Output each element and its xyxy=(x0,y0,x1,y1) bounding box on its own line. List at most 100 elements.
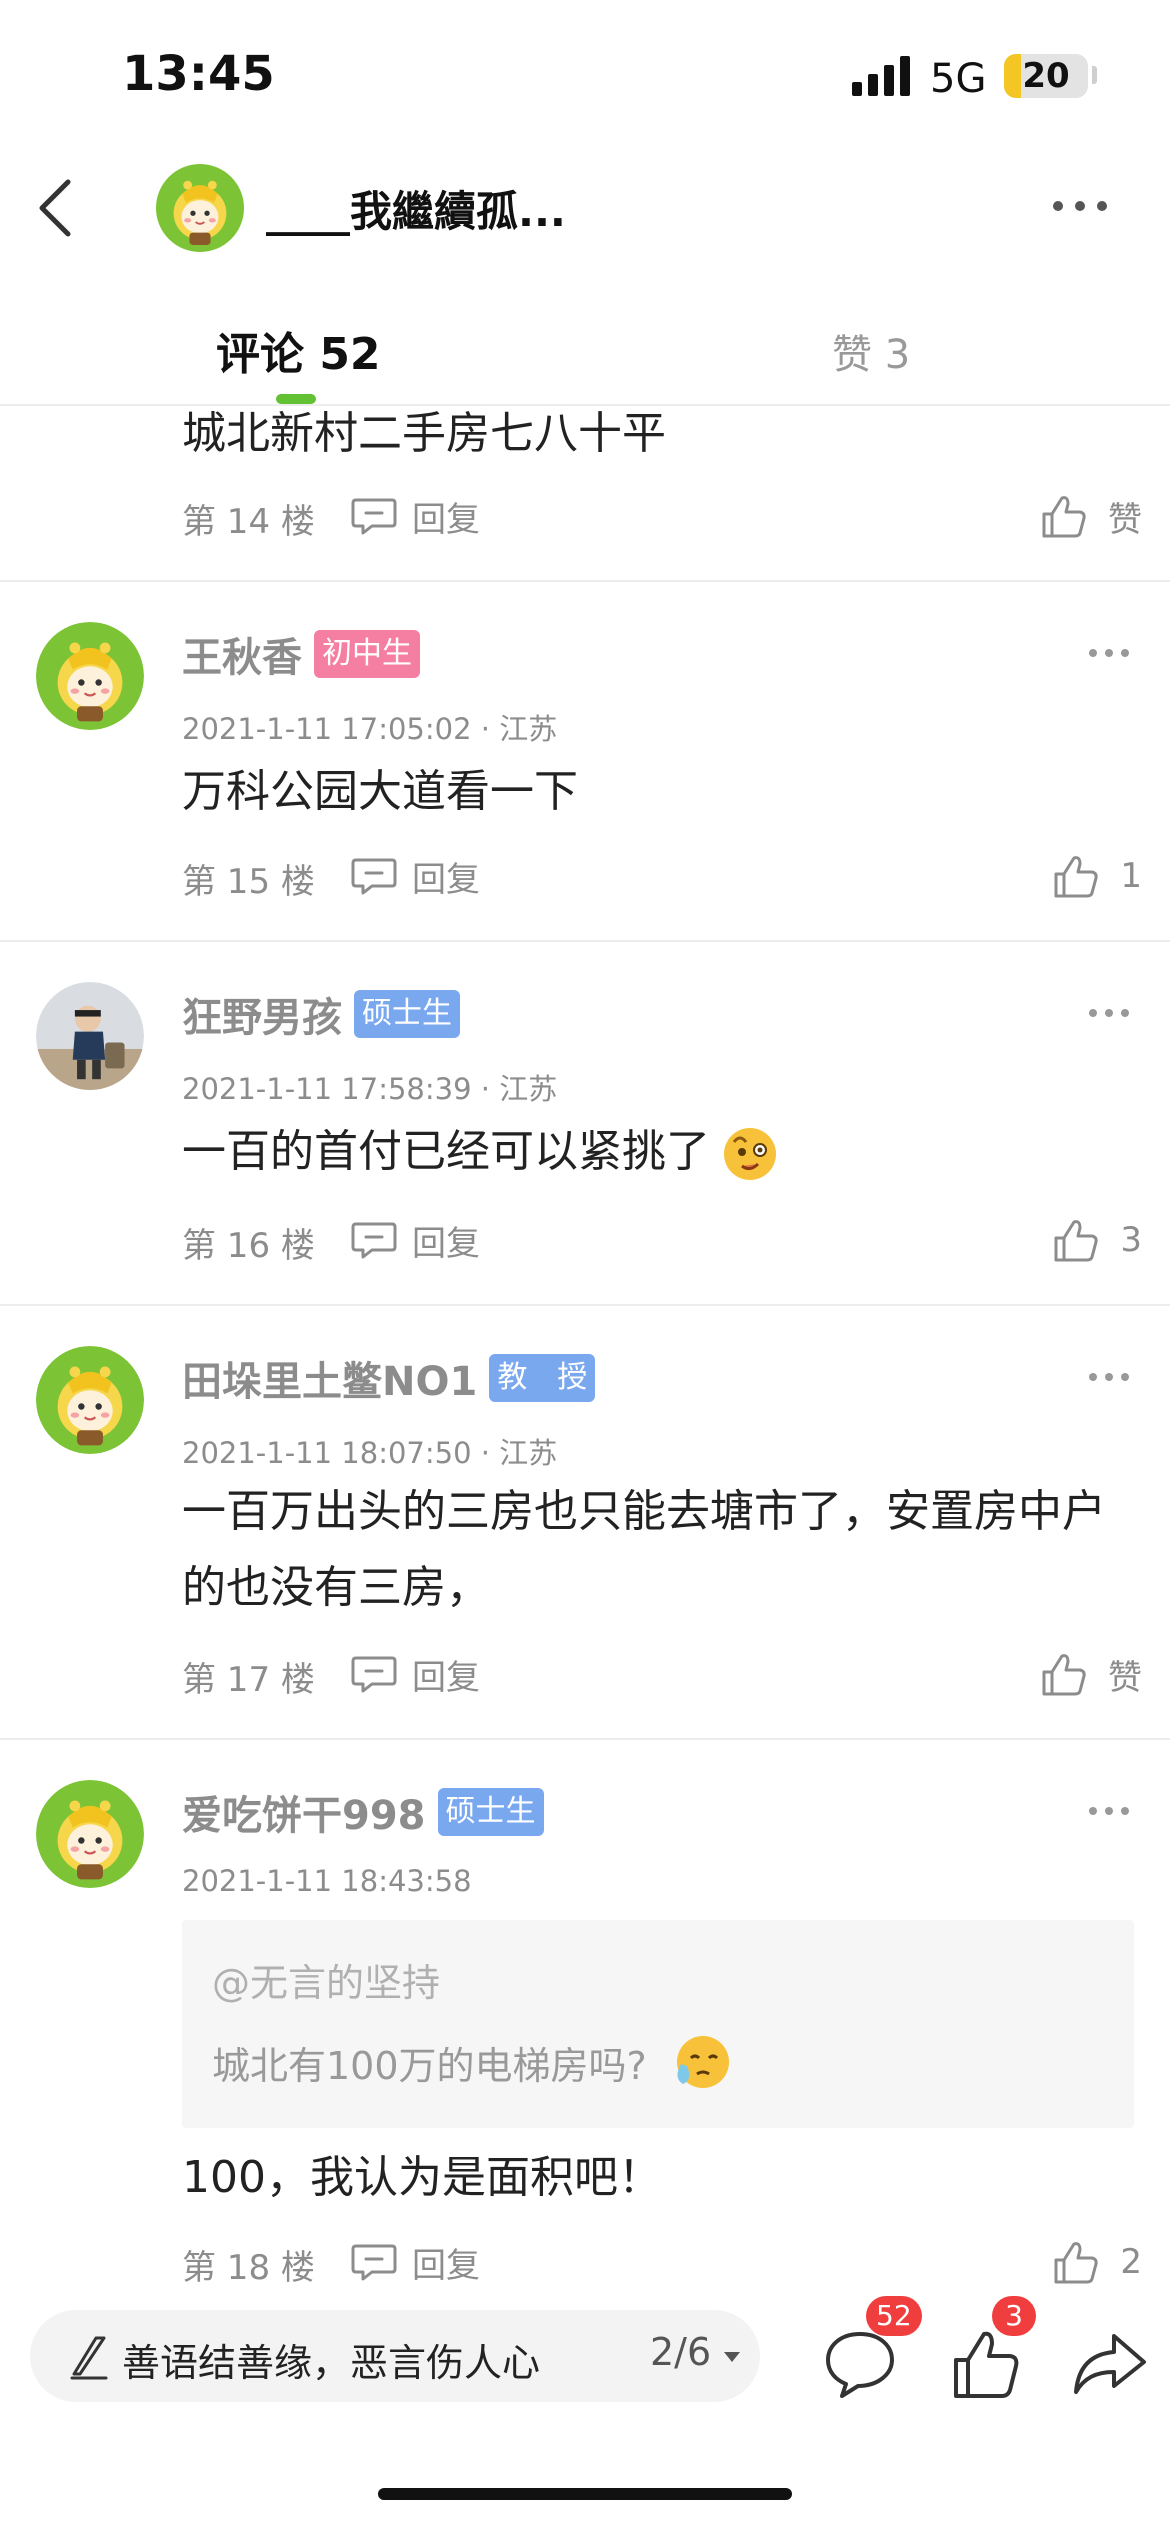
chevron-left-icon[interactable] xyxy=(24,168,84,248)
like-count-badge: 3 xyxy=(992,2296,1036,2336)
thumbs-up-icon xyxy=(1052,1216,1100,1264)
reply-bubble-icon xyxy=(350,2242,398,2282)
comment-item: 王秋香 初中生 2021-1-11 17:05:02 · 江苏 万科公园大道看一… xyxy=(0,582,1170,942)
thumbs-up-icon[interactable] xyxy=(946,2324,1026,2404)
floor-number: 第 16 楼 xyxy=(182,1226,315,1266)
reply-bubble-icon xyxy=(350,1654,398,1694)
battery-icon: 20 xyxy=(1004,54,1088,98)
quoted-text-row: 城北有100万的电梯房吗? xyxy=(212,2030,733,2094)
reply-label: 回复 xyxy=(412,2245,480,2286)
tab-comments[interactable]: 评论 52 xyxy=(216,318,381,382)
tab-active-indicator xyxy=(276,394,316,404)
reply-button[interactable]: 回复 xyxy=(350,2234,480,2286)
pen-icon xyxy=(70,2336,108,2380)
comment-footer: 第 18 楼 回复 2 xyxy=(182,2234,1142,2286)
face-emoji-icon xyxy=(724,1128,776,1180)
reply-bubble-icon xyxy=(350,856,398,896)
comment-content: 一百的首付已经可以紧挑了 xyxy=(182,1126,710,1177)
more-dots-icon[interactable] xyxy=(1048,184,1112,228)
user-row: 王秋香 初中生 xyxy=(182,626,420,682)
avatar[interactable] xyxy=(36,622,144,730)
reply-bubble-icon xyxy=(350,496,398,536)
comment-meta: 2021-1-11 17:58:39 · 江苏 xyxy=(182,1072,558,1106)
user-name[interactable]: 狂野男孩 xyxy=(182,985,342,1043)
more-dots-icon[interactable] xyxy=(1086,646,1132,660)
share-arrow-icon[interactable] xyxy=(1070,2324,1150,2404)
like-button[interactable]: 赞 xyxy=(1040,488,1142,544)
comment-content-row: 一百的首付已经可以紧挑了 xyxy=(182,1114,1142,1190)
avatar[interactable] xyxy=(36,1346,144,1454)
thumbs-up-icon xyxy=(1052,852,1100,900)
tab-likes[interactable]: 赞 3 xyxy=(832,322,910,380)
battery-percent: 20 xyxy=(1022,56,1070,96)
floor-number: 第 14 楼 xyxy=(182,502,315,542)
page-title[interactable]: ____我繼續孤... xyxy=(266,178,566,239)
comment-content: 一百万出头的三房也只能去塘市了，安置房中户的也没有三房， xyxy=(182,1486,1106,1613)
user-row: 田垛里土鳖NO1 教 授 xyxy=(182,1349,596,1407)
status-bar: 13:45 5G 20 xyxy=(0,0,1170,150)
quoted-comment[interactable]: @无言的坚持 城北有100万的电梯房吗? xyxy=(182,1920,1134,2128)
comment-count-badge: 52 xyxy=(866,2296,922,2336)
level-badge: 硕士生 xyxy=(437,1788,544,1836)
avatar[interactable] xyxy=(36,1780,144,1888)
level-badge: 硕士生 xyxy=(354,990,460,1038)
user-name[interactable]: 王秋香 xyxy=(182,625,302,683)
avatar[interactable] xyxy=(36,982,144,1090)
caret-down-icon[interactable] xyxy=(722,2350,742,2364)
comment-content: 城北新村二手房七八十平 xyxy=(182,408,666,459)
like-count: 3 xyxy=(1120,1220,1142,1260)
home-indicator[interactable] xyxy=(378,2488,792,2500)
like-button[interactable]: 赞 xyxy=(1040,1646,1142,1702)
like-count: 赞 xyxy=(1108,1657,1142,1698)
comment-footer: 第 14 楼 回复 赞 xyxy=(182,488,1142,544)
comment-list[interactable]: 城北新村二手房七八十平 第 14 楼 回复 赞 王秋香 初中生 2021-1-1… xyxy=(0,406,1170,2286)
comment-input-placeholder: 善语结善缘，恶言伤人心 xyxy=(122,2341,541,2385)
user-name[interactable]: 田垛里土鳖NO1 xyxy=(182,1349,477,1407)
comment-footer: 第 16 楼 回复 3 xyxy=(182,1212,1142,1268)
reply-button[interactable]: 回复 xyxy=(350,848,480,904)
quoted-user[interactable]: @无言的坚持 xyxy=(212,1952,440,2007)
status-time: 13:45 xyxy=(122,46,275,102)
more-dots-icon[interactable] xyxy=(1086,1804,1132,1818)
level-badge: 教 授 xyxy=(489,1354,596,1402)
reply-label: 回复 xyxy=(412,499,480,540)
user-row: 狂野男孩 硕士生 xyxy=(182,986,460,1042)
comment-meta: 2021-1-11 17:05:02 · 江苏 xyxy=(182,712,558,746)
thumbs-up-icon xyxy=(1040,492,1088,540)
more-dots-icon[interactable] xyxy=(1086,1006,1132,1020)
comment-content: 万科公园大道看一下 xyxy=(182,766,578,817)
comment-content: 100，我认为是面积吧！ xyxy=(182,2152,662,2203)
user-row: 爱吃饼干998 硕士生 xyxy=(182,1784,544,1840)
comment-bubble-icon[interactable] xyxy=(820,2324,900,2404)
bottom-bar: 善语结善缘，恶言伤人心 2/6 52 3 xyxy=(0,2290,1170,2440)
reply-label: 回复 xyxy=(412,1223,480,1264)
page-selector[interactable]: 2/6 xyxy=(650,2330,711,2374)
comment-meta: 2021-1-11 18:43:58 xyxy=(182,1864,472,1898)
avatar[interactable] xyxy=(156,164,244,252)
comment-item: 狂野男孩 硕士生 2021-1-11 17:58:39 · 江苏 一百的首付已经… xyxy=(0,942,1170,1306)
like-count: 2 xyxy=(1120,2242,1142,2282)
thumbs-up-icon xyxy=(1040,1650,1088,1698)
reply-button[interactable]: 回复 xyxy=(350,1646,480,1702)
like-count: 1 xyxy=(1120,856,1142,896)
comment-meta: 2021-1-11 18:07:50 · 江苏 xyxy=(182,1436,558,1470)
battery-cap xyxy=(1092,66,1097,84)
comment-input[interactable]: 善语结善缘，恶言伤人心 2/6 xyxy=(30,2310,760,2402)
floor-number: 第 18 楼 xyxy=(182,2248,315,2286)
more-dots-icon[interactable] xyxy=(1086,1370,1132,1384)
tab-bar: 评论 52 赞 3 xyxy=(0,290,1170,406)
like-button[interactable]: 1 xyxy=(1052,848,1142,904)
comment-footer: 第 17 楼 回复 赞 xyxy=(182,1646,1142,1702)
page-number: 2/6 xyxy=(650,2330,712,2374)
user-name[interactable]: 爱吃饼干998 xyxy=(182,1783,426,1841)
comment-item: 爱吃饼干998 硕士生 2021-1-11 18:43:58 @无言的坚持 城北… xyxy=(0,1740,1170,2286)
reply-button[interactable]: 回复 xyxy=(350,488,480,544)
like-button[interactable]: 3 xyxy=(1052,1212,1142,1268)
reply-bubble-icon xyxy=(350,1220,398,1260)
signal-icon xyxy=(852,56,910,96)
thumbs-up-icon xyxy=(1052,2238,1100,2286)
reply-label: 回复 xyxy=(412,1657,480,1698)
like-button[interactable]: 2 xyxy=(1052,2234,1142,2286)
reply-button[interactable]: 回复 xyxy=(350,1212,480,1268)
floor-number: 第 17 楼 xyxy=(182,1660,315,1700)
